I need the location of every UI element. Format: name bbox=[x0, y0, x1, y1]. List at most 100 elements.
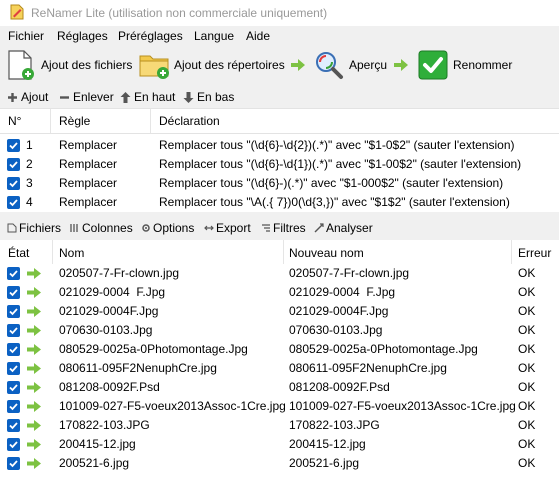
add-folders-button[interactable]: Ajout des répertoires bbox=[139, 46, 285, 84]
arrow-right-icon bbox=[27, 363, 41, 374]
preview-button[interactable]: Aperçu bbox=[314, 46, 387, 84]
file-row[interactable]: 200521-6.jpg 200521-6.jpg OK bbox=[0, 454, 559, 473]
menu-langue[interactable]: Langue bbox=[194, 29, 234, 43]
arrow-right-icon bbox=[27, 268, 41, 279]
panel-splitter[interactable] bbox=[0, 212, 559, 217]
file-checkbox[interactable] bbox=[7, 267, 20, 280]
rules-toolbar: Ajout Enlever En haut En bas bbox=[0, 88, 559, 108]
rule-row[interactable]: 3 Remplacer Remplacer tous "(\d{6}-)(.*)… bbox=[0, 174, 559, 193]
file-new-name: 080611-095F2NenuphCre.jpg bbox=[289, 361, 447, 375]
file-error: OK bbox=[518, 361, 536, 375]
arrow-right-icon bbox=[394, 59, 408, 71]
file-row[interactable]: 200415-12.jpg 200415-12.jpg OK bbox=[0, 435, 559, 454]
files-menu-label: Fichiers bbox=[19, 221, 62, 235]
col-error[interactable]: Erreur bbox=[518, 246, 551, 260]
file-checkbox[interactable] bbox=[7, 362, 20, 375]
file-name: 020507-7-Fr-clown.jpg bbox=[59, 266, 180, 280]
file-row[interactable]: 021029-0004F.Jpg 021029-0004F.Jpg OK bbox=[0, 302, 559, 321]
filters-menu-label: Filtres bbox=[273, 221, 306, 235]
col-name[interactable]: Nom bbox=[59, 246, 84, 260]
rename-button[interactable]: Renommer bbox=[418, 46, 512, 84]
rule-row[interactable]: 1 Remplacer Remplacer tous "(\d{6}-\d{2}… bbox=[0, 136, 559, 155]
file-row[interactable]: 081208-0092F.Psd 081208-0092F.Psd OK bbox=[0, 378, 559, 397]
file-name: 080529-0025a-0Photomontage.Jpg bbox=[59, 342, 248, 356]
menu-prereglages[interactable]: Préréglages bbox=[118, 29, 183, 43]
columns-menu-button[interactable]: Colonnes bbox=[70, 221, 133, 235]
remove-rule-label: Enlever bbox=[73, 90, 114, 104]
add-folders-label: Ajout des répertoires bbox=[174, 58, 285, 72]
file-new-name: 080529-0025a-0Photomontage.Jpg bbox=[289, 342, 478, 356]
rule-checkbox[interactable] bbox=[7, 139, 20, 152]
file-row[interactable]: 070630-0103.Jpg 070630-0103.Jpg OK bbox=[0, 321, 559, 340]
file-new-name: 070630-0103.Jpg bbox=[289, 323, 383, 337]
app-icon bbox=[10, 4, 24, 20]
rule-type: Remplacer bbox=[59, 176, 118, 190]
file-checkbox[interactable] bbox=[7, 324, 20, 337]
rule-number: 2 bbox=[26, 157, 33, 171]
file-name: 081208-0092F.Psd bbox=[59, 380, 160, 394]
rule-declaration: Remplacer tous "(\d{6}-)(.*)" avec "$1-0… bbox=[159, 176, 504, 190]
col-new-name[interactable]: Nouveau nom bbox=[289, 246, 364, 260]
add-files-button[interactable]: Ajout des fichiers bbox=[7, 46, 132, 84]
file-checkbox[interactable] bbox=[7, 400, 20, 413]
arrow-right-icon bbox=[27, 401, 41, 412]
rule-checkbox[interactable] bbox=[7, 177, 20, 190]
files-menu-button[interactable]: Fichiers bbox=[7, 221, 61, 235]
file-error: OK bbox=[518, 266, 536, 280]
rule-row[interactable]: 2 Remplacer Remplacer tous "(\d{6}-\d{1}… bbox=[0, 155, 559, 174]
file-checkbox[interactable] bbox=[7, 343, 20, 356]
analyze-menu-button[interactable]: Analyser bbox=[314, 221, 373, 235]
file-row[interactable]: 021029-0004 F.Jpg 021029-0004 F.Jpg OK bbox=[0, 283, 559, 302]
arrow-down-icon bbox=[183, 91, 194, 103]
remove-rule-button[interactable]: Enlever bbox=[59, 90, 114, 104]
export-menu-button[interactable]: Export bbox=[204, 221, 251, 235]
rule-declaration: Remplacer tous "\A(.{ 7})0(\d{3,})" avec… bbox=[159, 195, 510, 209]
files-toolbar: Fichiers Colonnes Options Export Filtres… bbox=[0, 218, 559, 238]
arrow-right-icon bbox=[27, 439, 41, 450]
col-status[interactable]: État bbox=[8, 246, 29, 260]
col-declaration[interactable]: Déclaration bbox=[159, 114, 220, 128]
move-up-button[interactable]: En haut bbox=[120, 90, 175, 104]
file-row[interactable]: 101009-027-F5-voeux2013Assoc-1Cre.jpg 10… bbox=[0, 397, 559, 416]
file-name: 080611-095F2NenuphCre.jpg bbox=[59, 361, 217, 375]
file-error: OK bbox=[518, 342, 536, 356]
files-table-header: État Nom Nouveau nom Erreur bbox=[0, 240, 559, 264]
main-toolbar: Ajout des fichiers Ajout des répertoires… bbox=[0, 46, 559, 86]
rule-type: Remplacer bbox=[59, 157, 118, 171]
rule-number: 1 bbox=[26, 138, 33, 152]
file-checkbox[interactable] bbox=[7, 457, 20, 470]
rule-checkbox[interactable] bbox=[7, 196, 20, 209]
minus-icon bbox=[60, 95, 69, 99]
rule-checkbox[interactable] bbox=[7, 158, 20, 171]
title-bar: ReNamer Lite (utilisation non commercial… bbox=[0, 0, 559, 26]
options-menu-button[interactable]: Options bbox=[141, 221, 194, 235]
rules-table: N° Règle Déclaration 1 Remplacer Remplac… bbox=[0, 108, 559, 213]
add-rule-button[interactable]: Ajout bbox=[7, 90, 48, 104]
file-checkbox[interactable] bbox=[7, 438, 20, 451]
col-number[interactable]: N° bbox=[8, 114, 21, 128]
file-row[interactable]: 080611-095F2NenuphCre.jpg 080611-095F2Ne… bbox=[0, 359, 559, 378]
menu-fichier[interactable]: Fichier bbox=[8, 29, 44, 43]
rule-row[interactable]: 4 Remplacer Remplacer tous "\A(.{ 7})0(\… bbox=[0, 193, 559, 212]
file-error: OK bbox=[518, 437, 536, 451]
file-row[interactable]: 170822-103.JPG 170822-103.JPG OK bbox=[0, 416, 559, 435]
column-divider bbox=[283, 240, 284, 264]
file-row[interactable]: 080529-0025a-0Photomontage.Jpg 080529-00… bbox=[0, 340, 559, 359]
file-row[interactable]: 020507-7-Fr-clown.jpg 020507-7-Fr-clown.… bbox=[0, 264, 559, 283]
file-checkbox[interactable] bbox=[7, 305, 20, 318]
menu-reglages[interactable]: Réglages bbox=[57, 29, 108, 43]
gear-icon bbox=[142, 224, 150, 232]
file-checkbox[interactable] bbox=[7, 286, 20, 299]
file-new-name: 200521-6.jpg bbox=[289, 456, 360, 470]
move-down-button[interactable]: En bas bbox=[183, 90, 234, 104]
add-folder-icon bbox=[139, 55, 169, 79]
menu-aide[interactable]: Aide bbox=[246, 29, 270, 43]
arrow-right-icon bbox=[27, 325, 41, 336]
col-rule[interactable]: Règle bbox=[59, 114, 90, 128]
file-checkbox[interactable] bbox=[7, 381, 20, 394]
file-checkbox[interactable] bbox=[7, 419, 20, 432]
options-menu-label: Options bbox=[153, 221, 195, 235]
arrow-right-icon bbox=[27, 420, 41, 431]
filters-menu-button[interactable]: Filtres bbox=[261, 221, 306, 235]
column-divider bbox=[52, 240, 53, 264]
